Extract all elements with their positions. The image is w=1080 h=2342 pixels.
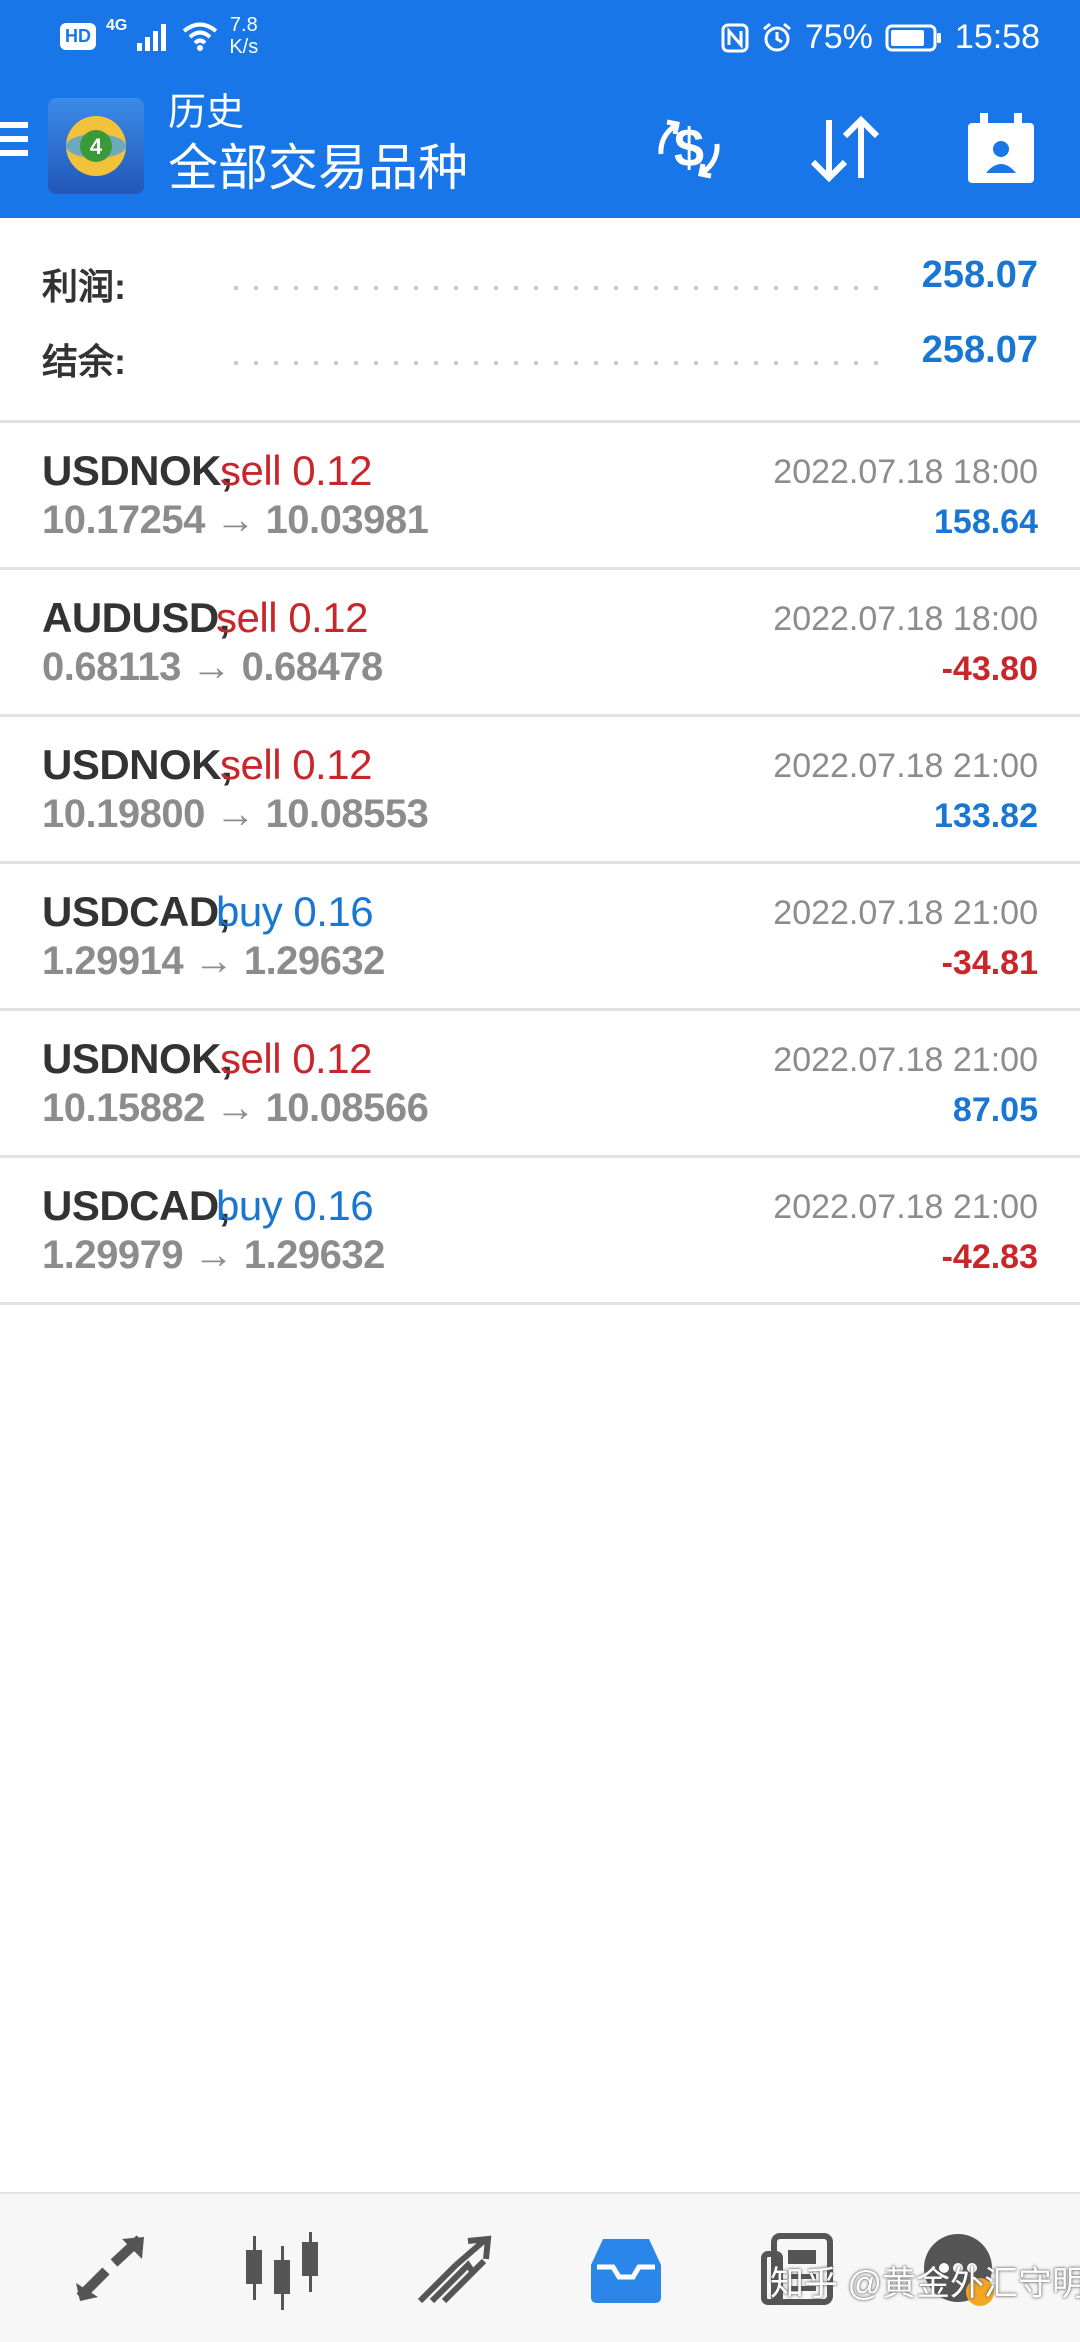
- speed-unit: K/s: [229, 36, 259, 58]
- network-speed: 7.8 K/s: [229, 14, 258, 58]
- trade-prices: 0.68113 → 0.68478: [42, 645, 383, 689]
- status-left: HD 4G 7.8 K/s: [60, 14, 258, 58]
- trade-prices: 10.19800 → 10.08553: [42, 792, 429, 836]
- profit-value: 258.07: [921, 254, 1038, 296]
- history-icon[interactable]: [586, 2230, 666, 2310]
- alarm-icon: [762, 22, 791, 51]
- profit-row: 利润: 258.07: [42, 250, 1038, 320]
- trade-profit: -34.81: [941, 944, 1038, 982]
- trade-row[interactable]: USDCAD, buy 0.16 1.29914 → 1.29632 2022.…: [0, 864, 1080, 1011]
- balance-label: 结余:: [42, 341, 126, 382]
- trade-side: sell 0.12: [220, 741, 372, 788]
- currency-exchange-icon[interactable]: $: [644, 104, 734, 194]
- trade-profit: -42.83: [941, 1238, 1038, 1276]
- trade-side: sell 0.12: [220, 447, 372, 494]
- trade-symbol: USDNOK,: [42, 741, 233, 788]
- trade-prices: 1.29914 → 1.29632: [42, 939, 385, 983]
- trade-datetime: 2022.07.18 21:00: [773, 1041, 1038, 1079]
- trade-symbol: USDNOK,: [42, 447, 233, 494]
- trade-row[interactable]: USDNOK, sell 0.12 10.19800 → 10.08553 20…: [0, 717, 1080, 864]
- hd-badge: HD: [60, 22, 96, 50]
- app-bar: 4 历史 全部交易品种 $: [0, 80, 1080, 218]
- trade-prices: 10.17254 → 10.03981: [42, 498, 429, 542]
- trade-prices: 10.15882 → 10.08566: [42, 1086, 429, 1130]
- trade-symbol: USDCAD,: [42, 1182, 230, 1229]
- dotted-leader: [226, 286, 888, 290]
- chart-icon[interactable]: [242, 2230, 322, 2310]
- trade-profit: 158.64: [934, 503, 1038, 541]
- calendar-period-icon[interactable]: [956, 104, 1046, 194]
- balance-row: 结余: 258.07: [42, 325, 1038, 395]
- trade-row[interactable]: USDNOK, sell 0.12 10.17254 → 10.03981 20…: [0, 423, 1080, 570]
- battery-percent: 75%: [804, 18, 873, 56]
- dotted-leader: [226, 361, 888, 365]
- network-type: 4G: [106, 17, 128, 34]
- trade-side: buy 0.16: [216, 1182, 374, 1229]
- trade-datetime: 2022.07.18 21:00: [773, 747, 1038, 785]
- battery-icon: [885, 24, 941, 51]
- title-block[interactable]: 历史 全部交易品种: [168, 90, 468, 200]
- wifi-icon: [183, 22, 218, 51]
- trade-row[interactable]: AUDUSD, sell 0.12 0.68113 → 0.68478 2022…: [0, 570, 1080, 717]
- trade-datetime: 2022.07.18 21:00: [773, 1188, 1038, 1226]
- status-bar: HD 4G 7.8 K/s 75% 15:58: [0, 0, 1080, 80]
- trade-side: sell 0.12: [216, 594, 368, 641]
- speed-value: 7.8: [229, 14, 258, 36]
- trade-symbol: USDNOK,: [42, 1035, 233, 1082]
- nfc-icon: [721, 23, 749, 52]
- balance-value: 258.07: [921, 329, 1038, 371]
- trade-side: buy 0.16: [216, 888, 374, 935]
- symbol-filter: 全部交易品种: [168, 140, 468, 196]
- trade-profit: -43.80: [941, 650, 1038, 688]
- trade-datetime: 2022.07.18 18:00: [773, 453, 1038, 491]
- trade-side: sell 0.12: [220, 1035, 372, 1082]
- trade-symbol: AUDUSD,: [42, 594, 230, 641]
- screen-title: 历史: [168, 92, 245, 134]
- summary-section: 利润: 258.07 结余: 258.07: [0, 220, 1080, 420]
- profit-label: 利润:: [42, 266, 126, 307]
- trade-history-list: USDNOK, sell 0.12 10.17254 → 10.03981 20…: [0, 423, 1080, 1305]
- metatrader-logo-icon: 4: [48, 98, 144, 194]
- top-bar: HD 4G 7.8 K/s 75% 15:58 4 历史 全部交易品种 $: [0, 0, 1080, 218]
- svg-text:4: 4: [90, 134, 103, 159]
- bottom-navigation: 知乎 @黄金外汇守明: [0, 2192, 1080, 2342]
- trade-row[interactable]: USDNOK, sell 0.12 10.15882 → 10.08566 20…: [0, 1011, 1080, 1158]
- trade-datetime: 2022.07.18 21:00: [773, 894, 1038, 932]
- trade-symbol: USDCAD,: [42, 888, 230, 935]
- clock: 15:58: [954, 18, 1040, 56]
- trade-row[interactable]: USDCAD, buy 0.16 1.29979 → 1.29632 2022.…: [0, 1158, 1080, 1305]
- trade-profit: 133.82: [934, 797, 1038, 835]
- menu-icon[interactable]: [0, 122, 32, 170]
- watermark-text: 知乎 @黄金外汇守明: [770, 2265, 1080, 2303]
- trade-datetime: 2022.07.18 18:00: [773, 600, 1038, 638]
- trade-icon[interactable]: [414, 2230, 494, 2310]
- trade-prices: 1.29979 → 1.29632: [42, 1233, 385, 1277]
- status-right: 75% 15:58: [721, 18, 1040, 57]
- sort-icon[interactable]: [800, 104, 890, 194]
- signal-icon: [137, 24, 167, 51]
- trade-profit: 87.05: [952, 1091, 1038, 1129]
- quotes-icon[interactable]: [70, 2230, 150, 2310]
